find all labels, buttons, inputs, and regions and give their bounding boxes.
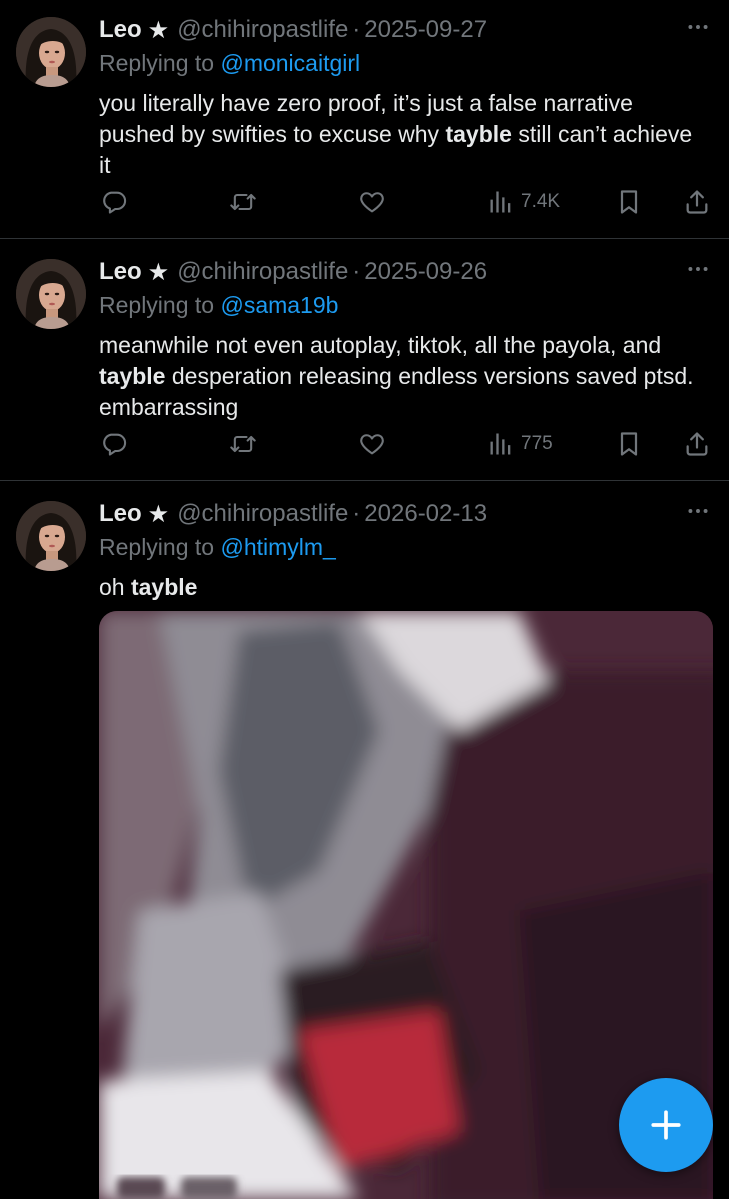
star-icon: ★ <box>147 258 170 286</box>
bookmark-icon <box>615 430 643 458</box>
replying-to: Replying to @htimylm_ <box>99 534 336 561</box>
replying-to: Replying to @sama19b <box>99 292 338 319</box>
bookmark-button[interactable] <box>615 182 643 222</box>
reply-button[interactable] <box>100 182 128 222</box>
tweet-text-part: desperation releasing endless versions s… <box>99 363 694 420</box>
reply-button[interactable] <box>100 424 128 464</box>
tweet-text: oh tayble <box>99 572 709 603</box>
heart-icon <box>358 188 386 216</box>
tweet-text-part: meanwhile not even autoplay, tiktok, all… <box>99 332 662 358</box>
author-handle[interactable]: @chihiropastlife <box>177 16 348 44</box>
author-name[interactable]: Leo <box>99 258 142 286</box>
views-button[interactable]: 775 <box>487 424 553 464</box>
star-icon: ★ <box>147 500 170 528</box>
separator-dot: · <box>352 500 361 527</box>
reply-icon <box>100 430 128 458</box>
replying-to-label: Replying to <box>99 50 215 76</box>
retweet-icon <box>229 430 257 458</box>
more-horizontal-icon[interactable] <box>685 256 711 282</box>
bookmark-icon <box>615 188 643 216</box>
reply-mention-link[interactable]: @sama19b <box>220 292 338 318</box>
views-button[interactable]: 7.4K <box>487 182 560 222</box>
replying-to-label: Replying to <box>99 534 215 560</box>
retweet-icon <box>229 188 257 216</box>
share-button[interactable] <box>683 424 711 464</box>
tweet-text-bold: tayble <box>130 574 198 600</box>
author-handle[interactable]: @chihiropastlife <box>177 500 348 528</box>
views-count: 7.4K <box>521 191 561 212</box>
star-icon: ★ <box>147 16 170 44</box>
bookmark-button[interactable] <box>615 424 643 464</box>
tweet-text-bold: tayble <box>99 363 166 389</box>
compose-button[interactable] <box>619 1078 713 1172</box>
tweet-text: you literally have zero proof, it’s just… <box>99 88 709 181</box>
tweet-date[interactable]: 2025-09-27 <box>364 16 487 44</box>
tweet-date[interactable]: 2025-09-26 <box>364 258 487 286</box>
views-icon <box>487 188 515 216</box>
replying-to-label: Replying to <box>99 292 215 318</box>
tweet-header: Leo ★ @chihiropastlife · 2026-02-13 <box>99 496 487 532</box>
author-name[interactable]: Leo <box>99 500 142 528</box>
author-handle[interactable]: @chihiropastlife <box>177 258 348 286</box>
heart-icon <box>358 430 386 458</box>
views-count: 775 <box>521 433 553 454</box>
tweet-date[interactable]: 2026-02-13 <box>364 500 487 528</box>
tweet-text-part: oh <box>99 574 131 600</box>
avatar[interactable] <box>16 259 86 329</box>
plus-icon <box>651 1110 681 1140</box>
retweet-button[interactable] <box>229 182 257 222</box>
reply-mention-link[interactable]: @monicaitgirl <box>220 50 360 76</box>
tweet-header: Leo ★ @chihiropastlife · 2025-09-26 <box>99 254 487 290</box>
tweet[interactable]: Leo ★ @chihiropastlife · 2025-09-27 Repl… <box>0 12 729 238</box>
more-horizontal-icon[interactable] <box>685 498 711 524</box>
views-icon <box>487 430 515 458</box>
separator-dot: · <box>352 258 361 285</box>
reply-icon <box>100 188 128 216</box>
author-name[interactable]: Leo <box>99 16 142 44</box>
divider <box>0 480 729 481</box>
like-button[interactable] <box>358 424 386 464</box>
replying-to: Replying to @monicaitgirl <box>99 50 360 77</box>
divider <box>0 238 729 239</box>
share-button[interactable] <box>683 182 711 222</box>
tweet-actions: 775 <box>0 424 729 464</box>
retweet-button[interactable] <box>229 424 257 464</box>
avatar[interactable] <box>16 17 86 87</box>
separator-dot: · <box>352 16 361 43</box>
tweet-text: meanwhile not even autoplay, tiktok, all… <box>99 330 709 423</box>
tweet-header: Leo ★ @chihiropastlife · 2025-09-27 <box>99 12 487 48</box>
like-button[interactable] <box>358 182 386 222</box>
tweet-text-bold: tayble <box>445 121 512 147</box>
reply-mention-link[interactable]: @htimylm_ <box>220 534 335 560</box>
share-icon <box>683 188 711 216</box>
more-horizontal-icon[interactable] <box>685 14 711 40</box>
share-icon <box>683 430 711 458</box>
avatar[interactable] <box>16 501 86 571</box>
tweet-actions: 7.4K <box>0 182 729 222</box>
tweet[interactable]: Leo ★ @chihiropastlife · 2025-09-26 Repl… <box>0 254 729 480</box>
